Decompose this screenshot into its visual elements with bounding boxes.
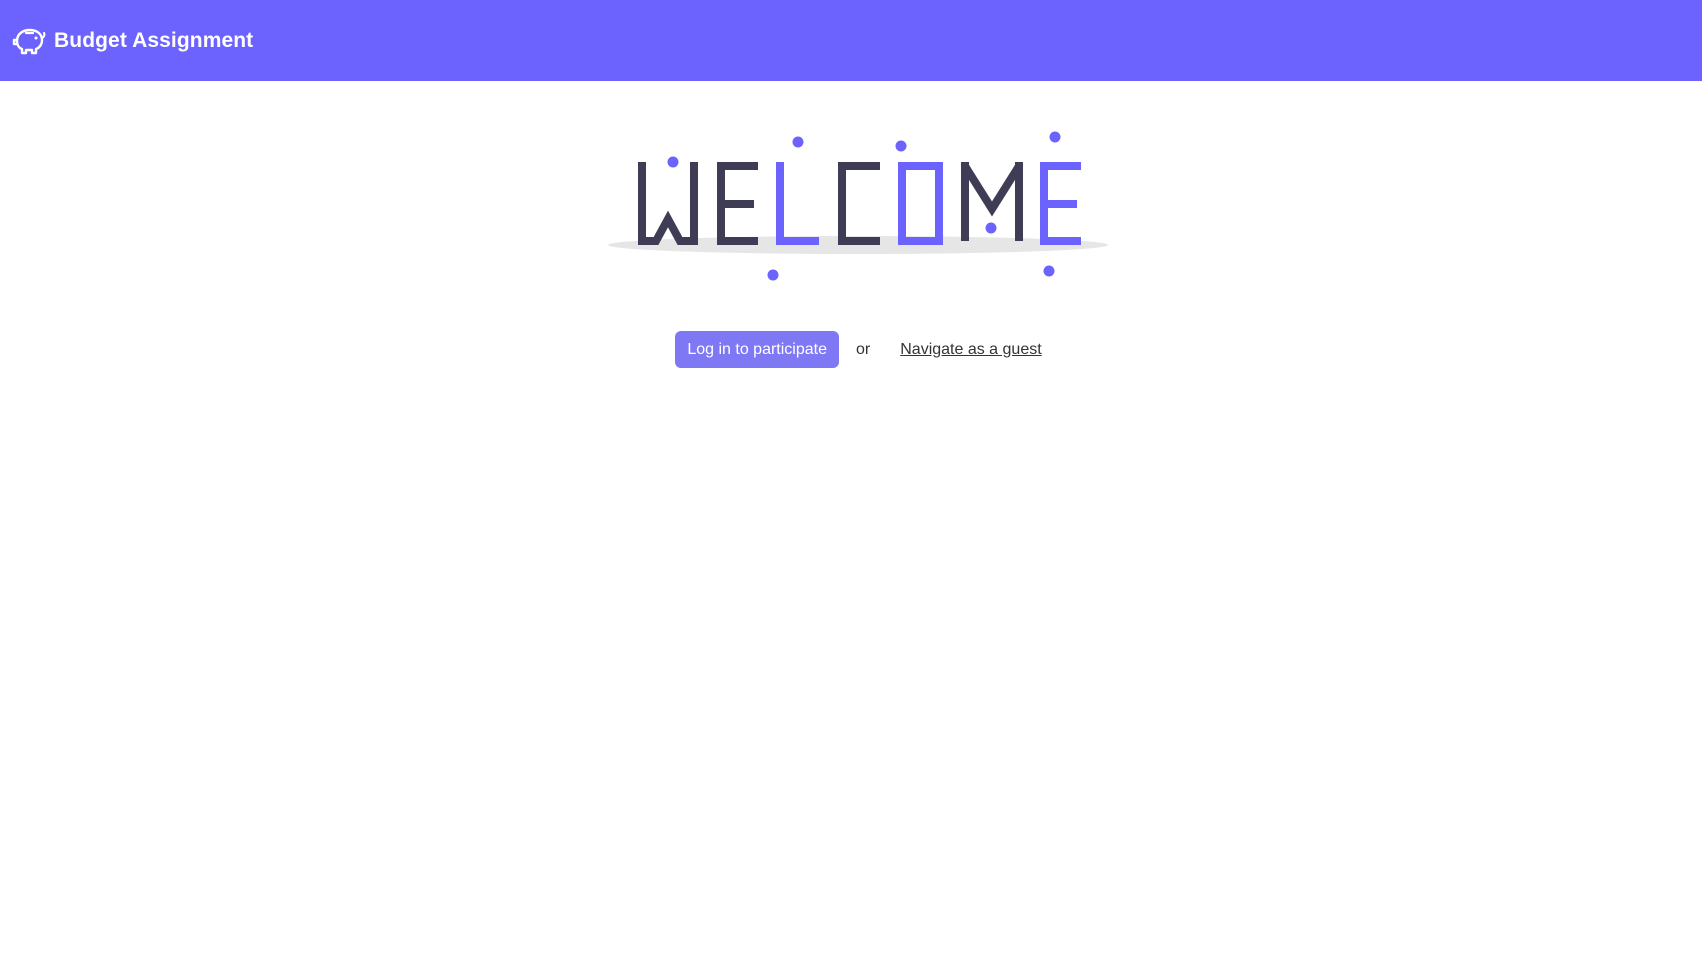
dot: [985, 222, 997, 234]
dot: [792, 136, 804, 148]
top-navbar: Budget Assignment: [0, 0, 1702, 81]
welcome-illustration: [605, 125, 1111, 285]
dot: [1049, 131, 1061, 143]
letter-c: [838, 162, 880, 245]
actions-group: Log in to participate or Navigate as a g…: [675, 331, 1042, 368]
dot: [767, 269, 779, 281]
letter-w: [638, 162, 698, 245]
letter-e-dark: [717, 162, 758, 245]
guest-navigation-link[interactable]: Navigate as a guest: [900, 341, 1041, 359]
dot: [667, 156, 679, 168]
dot: [1043, 265, 1055, 277]
welcome-svg: [608, 131, 1108, 281]
letter-o: [898, 162, 943, 245]
app-title: Budget Assignment: [54, 28, 254, 52]
dot: [895, 140, 907, 152]
letter-e-accent: [1040, 162, 1081, 245]
welcome-actions: Log in to participate or Navigate as a g…: [0, 331, 1702, 368]
piggy-bank-icon: [12, 26, 46, 56]
or-separator: or: [856, 340, 871, 358]
login-button[interactable]: Log in to participate: [675, 331, 839, 368]
brand-home-link[interactable]: Budget Assignment: [12, 26, 253, 56]
letter-l: [776, 162, 819, 245]
